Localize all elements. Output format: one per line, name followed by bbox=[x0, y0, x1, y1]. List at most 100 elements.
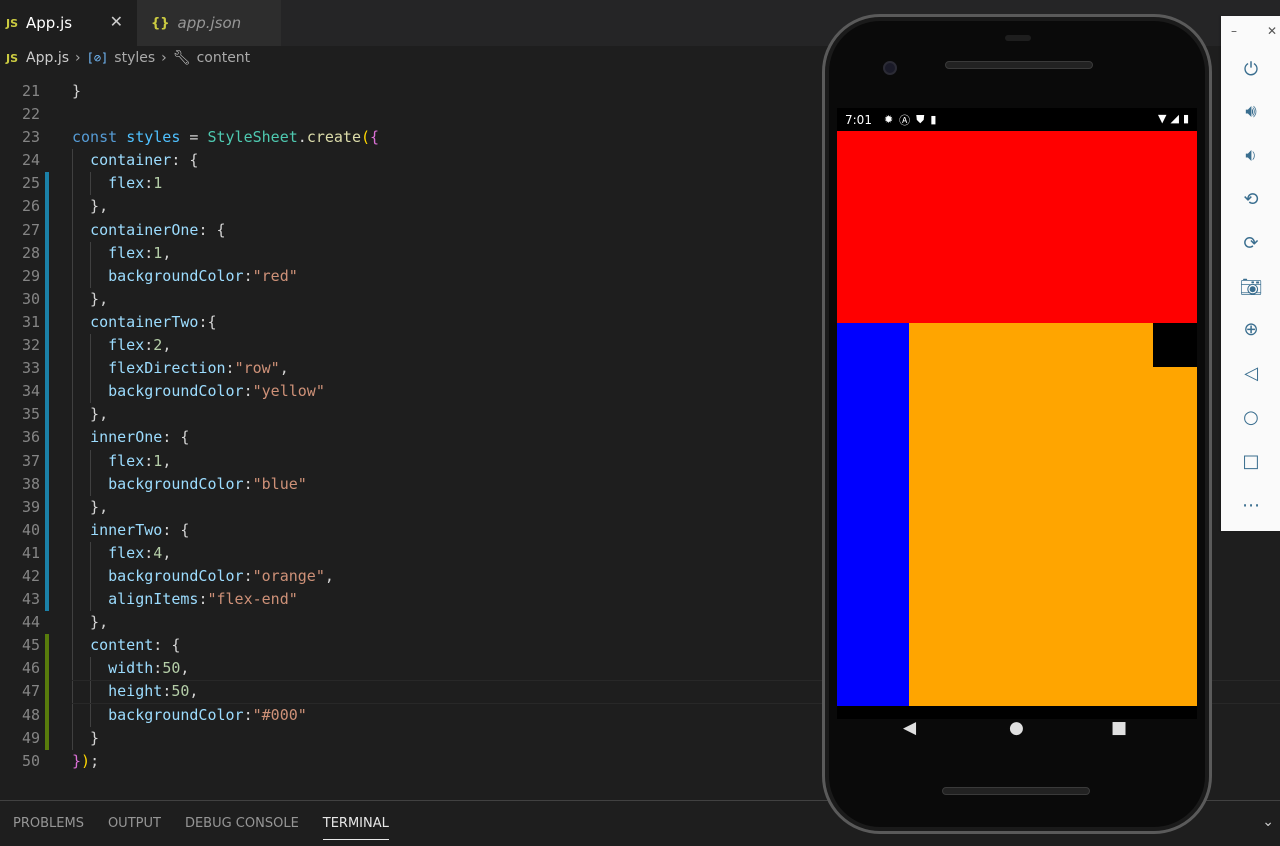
zoom-icon[interactable]: ⊕ bbox=[1238, 316, 1264, 342]
code-text: alignItems:"flex-end" bbox=[108, 590, 298, 609]
chevron-down-icon[interactable]: ⌄ bbox=[1262, 814, 1274, 830]
chevron-right-icon: › bbox=[75, 50, 81, 66]
git-change-indicator bbox=[45, 241, 49, 265]
line-number: 26 bbox=[21, 197, 40, 216]
git-change-indicator bbox=[45, 541, 49, 565]
battery-icon: ▮ bbox=[1182, 112, 1189, 125]
overview-icon[interactable]: □ bbox=[1238, 448, 1264, 474]
inner-one bbox=[837, 323, 909, 706]
line-number: 30 bbox=[21, 289, 40, 308]
code-text: container: { bbox=[90, 151, 199, 170]
line-number: 37 bbox=[21, 451, 40, 470]
line-number: 42 bbox=[21, 566, 40, 585]
tab-debug-console[interactable]: DEBUG CONSOLE bbox=[185, 801, 299, 846]
code-text: backgroundColor:"#000" bbox=[108, 705, 307, 724]
power-icon[interactable]: ⏻ bbox=[1238, 56, 1264, 82]
js-file-icon: JS bbox=[6, 51, 19, 65]
wrench-icon: 🔧︎ bbox=[172, 50, 191, 66]
code-text: }, bbox=[72, 613, 109, 632]
code-text: height:50, bbox=[108, 682, 199, 701]
line-number: 32 bbox=[21, 336, 40, 355]
status-right: ▼ ◢ ▮ bbox=[1158, 112, 1189, 125]
volume-down-icon[interactable]: 🔉︎ bbox=[1238, 142, 1264, 168]
indent-guide bbox=[90, 680, 92, 704]
rotate-left-icon[interactable]: ⟲ bbox=[1238, 186, 1264, 212]
minimize-icon[interactable]: – bbox=[1231, 24, 1237, 38]
line-number: 41 bbox=[21, 543, 40, 562]
home-icon[interactable]: ● bbox=[1009, 718, 1024, 738]
json-file-icon: {} bbox=[151, 15, 170, 31]
earpiece bbox=[1005, 35, 1031, 41]
tab-app-json[interactable]: {} app.json bbox=[137, 0, 281, 46]
shield-icon: ⛊ bbox=[916, 112, 925, 126]
volume-up-icon[interactable]: 🔊︎ bbox=[1238, 98, 1264, 124]
code-text: innerTwo: { bbox=[90, 520, 190, 539]
git-change-indicator bbox=[45, 564, 49, 589]
code-text: backgroundColor:"yellow" bbox=[108, 382, 325, 401]
git-change-indicator bbox=[45, 588, 49, 612]
breadcrumb-file[interactable]: App.js bbox=[26, 50, 69, 66]
code-text: width:50, bbox=[108, 659, 190, 678]
line-number: 25 bbox=[21, 174, 40, 193]
line-number: 43 bbox=[21, 590, 40, 609]
tab-app-js[interactable]: JS App.js ✕ bbox=[0, 0, 137, 46]
code-text: backgroundColor:"red" bbox=[108, 266, 298, 285]
code-text: }, bbox=[72, 197, 109, 216]
tab-label: App.js bbox=[26, 14, 73, 32]
home-icon[interactable]: ○ bbox=[1238, 404, 1264, 430]
rotate-right-icon[interactable]: ⟳ bbox=[1238, 230, 1264, 256]
git-change-indicator bbox=[45, 426, 49, 450]
tab-output[interactable]: OUTPUT bbox=[108, 801, 161, 846]
git-change-indicator bbox=[45, 334, 49, 358]
sd-card-icon: ▮ bbox=[930, 113, 937, 126]
code-text: innerOne: { bbox=[90, 428, 190, 447]
app-root-container bbox=[837, 131, 1197, 706]
line-number: 47 bbox=[21, 682, 40, 701]
close-icon[interactable]: ✕ bbox=[110, 12, 123, 31]
line-number: 49 bbox=[21, 728, 40, 747]
code-text: flex:1 bbox=[108, 174, 163, 193]
breadcrumb-symbol[interactable]: styles bbox=[114, 50, 155, 66]
emulator-toolbar: – ✕ ⏻ 🔊︎ 🔉︎ ⟲ ⟳ 📷︎ ⊕ ◁ ○ □ ⋯ bbox=[1221, 16, 1280, 531]
status-bar: 7:01 ✹ Ⓐ ⛊ ▮ ▼ ◢ ▮ bbox=[837, 108, 1197, 131]
line-number: 39 bbox=[21, 497, 40, 516]
close-icon[interactable]: ✕ bbox=[1267, 24, 1277, 38]
git-change-indicator bbox=[45, 264, 49, 288]
line-number: 33 bbox=[21, 359, 40, 378]
breadcrumb-property[interactable]: content bbox=[197, 50, 251, 66]
js-file-icon: JS bbox=[6, 16, 19, 30]
back-icon[interactable]: ◀ bbox=[903, 718, 916, 738]
code-text: }, bbox=[72, 405, 109, 424]
overview-icon[interactable]: ■ bbox=[1111, 718, 1127, 738]
tab-problems[interactable]: PROBLEMS bbox=[13, 801, 84, 846]
line-number: 27 bbox=[21, 220, 40, 239]
line-number: 45 bbox=[21, 636, 40, 655]
git-change-indicator bbox=[45, 680, 49, 704]
line-number: 23 bbox=[21, 128, 40, 147]
line-number: 44 bbox=[21, 613, 40, 632]
code-text: containerTwo:{ bbox=[90, 312, 217, 331]
more-icon[interactable]: ⋯ bbox=[1238, 492, 1264, 518]
line-number: 29 bbox=[21, 266, 40, 285]
code-text: flexDirection:"row", bbox=[108, 359, 289, 378]
code-text: } bbox=[72, 82, 82, 100]
git-change-indicator bbox=[45, 495, 49, 519]
container-one bbox=[837, 131, 1197, 323]
git-change-indicator bbox=[45, 657, 49, 681]
line-number: 36 bbox=[21, 428, 40, 447]
git-change-indicator bbox=[45, 195, 49, 219]
line-number: 24 bbox=[21, 151, 40, 170]
code-text: }, bbox=[72, 497, 109, 516]
camera-icon[interactable]: 📷︎ bbox=[1238, 274, 1264, 300]
back-icon[interactable]: ◁ bbox=[1238, 360, 1264, 386]
wifi-icon: ▼ bbox=[1158, 112, 1167, 125]
git-change-indicator bbox=[45, 634, 49, 658]
content-box bbox=[1153, 323, 1197, 367]
git-change-indicator bbox=[45, 310, 49, 335]
device-screen[interactable]: 7:01 ✹ Ⓐ ⛊ ▮ ▼ ◢ ▮ ◀ ● ■ bbox=[837, 108, 1197, 738]
android-emulator-device: 7:01 ✹ Ⓐ ⛊ ▮ ▼ ◢ ▮ ◀ ● ■ bbox=[822, 14, 1212, 834]
line-number: 35 bbox=[21, 405, 40, 424]
tab-terminal[interactable]: TERMINAL bbox=[322, 801, 390, 846]
code-text: backgroundColor:"orange", bbox=[108, 566, 334, 585]
code-text: flex:2, bbox=[108, 336, 172, 355]
